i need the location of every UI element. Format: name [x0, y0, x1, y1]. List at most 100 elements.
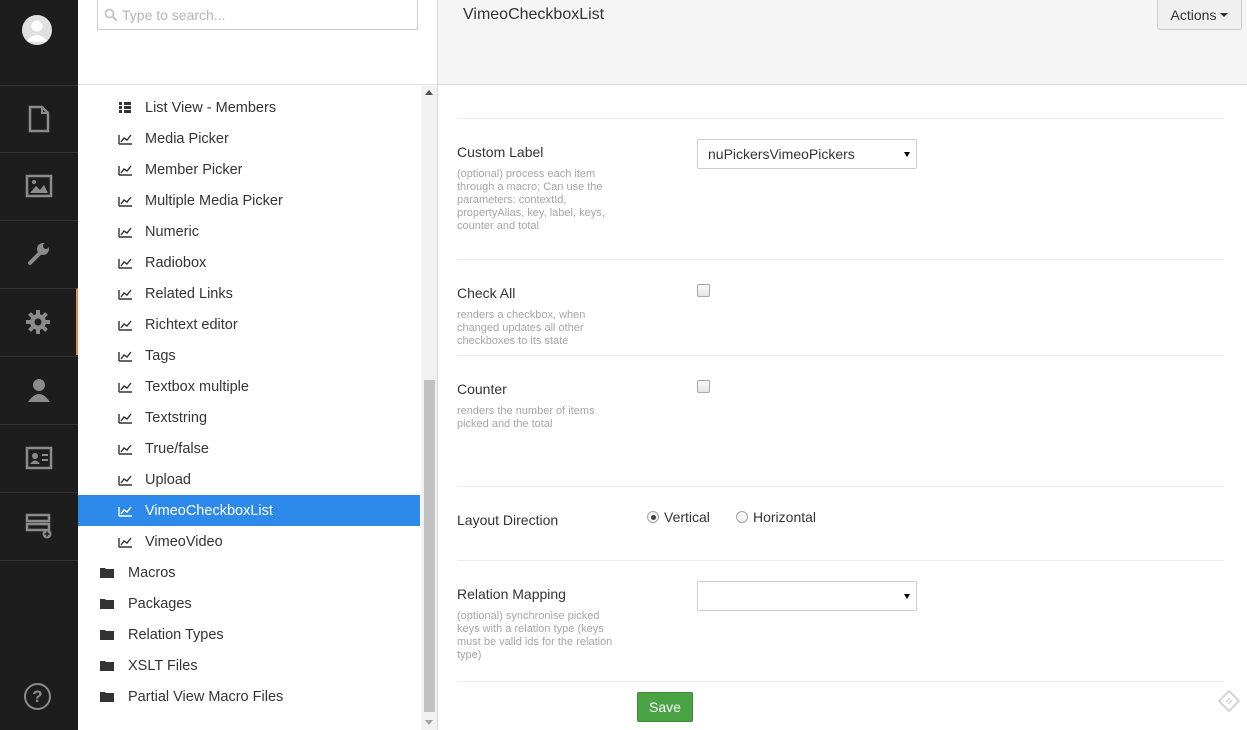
tree-search-box[interactable] — [97, 0, 418, 30]
actions-label: Actions — [1170, 6, 1217, 23]
divider — [457, 681, 1224, 682]
developer-icon — [28, 243, 49, 265]
tree-item-textstring[interactable]: Textstring — [78, 402, 420, 433]
divider — [457, 486, 1224, 487]
check-all-description: renders a checkbox, when changed updates… — [457, 309, 586, 347]
divider — [457, 560, 1224, 561]
relation-mapping-label: Relation Mapping — [457, 586, 566, 602]
folder-icon — [99, 690, 115, 704]
tree-folder-xslt-files[interactable]: XSLT Files — [78, 650, 420, 681]
tree-item-label: Textstring — [145, 409, 208, 426]
tree-item-true-false[interactable]: True/false — [78, 433, 420, 464]
section-content-button[interactable] — [0, 85, 78, 152]
search-input[interactable] — [122, 6, 402, 23]
section-settings-button[interactable] — [0, 288, 78, 355]
tree-folder-label: XSLT Files — [128, 657, 198, 674]
section-members-button[interactable] — [0, 424, 78, 491]
tree-item-label: Radiobox — [145, 254, 207, 271]
tree-item-upload[interactable]: Upload — [78, 464, 420, 495]
users-icon — [28, 379, 50, 402]
datatype-icon — [117, 442, 133, 456]
tree-list: List View - Members Media Picker Member … — [78, 92, 420, 712]
dropdown-arrow-icon — [904, 594, 910, 599]
settings-icon — [26, 310, 50, 334]
tree-item-textbox-multiple[interactable]: Textbox multiple — [78, 371, 420, 402]
list-icon — [117, 101, 133, 115]
counter-checkbox[interactable] — [697, 380, 710, 393]
tree-item-related-links[interactable]: Related Links — [78, 278, 420, 309]
layout-direction-label: Layout Direction — [457, 512, 559, 528]
tree-folder-label: Packages — [128, 595, 192, 612]
tree-item-media-picker[interactable]: Media Picker — [78, 123, 420, 154]
custom-label-label: Custom Label — [457, 144, 544, 160]
radio-selected-icon — [647, 511, 659, 523]
forms-icon — [25, 513, 52, 539]
section-developer-button[interactable] — [0, 220, 78, 287]
dropdown-arrow-icon — [904, 152, 910, 157]
tree-item-numeric[interactable]: Numeric — [78, 216, 420, 247]
datatype-icon — [117, 380, 133, 394]
counter-description: renders the number of items picked and t… — [457, 405, 595, 430]
divider — [457, 259, 1224, 260]
editor-panel: VimeoCheckboxList Actions Custom Label (… — [438, 0, 1247, 730]
radio-unselected-icon — [736, 511, 748, 523]
section-media-button[interactable] — [0, 152, 78, 219]
datatype-name[interactable]: VimeoCheckboxList — [463, 6, 604, 24]
tree-folder-partial-view-macro-files[interactable]: Partial View Macro Files — [78, 681, 420, 712]
tree-item-label: Numeric — [145, 223, 199, 240]
datatype-icon — [117, 473, 133, 487]
custom-label-select[interactable]: nuPickersVimeoPickers — [697, 139, 917, 169]
datatype-icon — [117, 194, 133, 208]
tree-item-tags[interactable]: Tags — [78, 340, 420, 371]
tree-item-label: Tags — [145, 347, 176, 364]
tree-folder-relation-types[interactable]: Relation Types — [78, 619, 420, 650]
radio-label: Horizontal — [753, 509, 817, 525]
tree-item-label: Member Picker — [145, 161, 243, 178]
tree-scrollbar[interactable] — [421, 86, 437, 730]
datatype-icon — [117, 132, 133, 146]
app-sections-rail: ? — [0, 0, 78, 730]
relation-mapping-select[interactable] — [697, 581, 917, 611]
tree-item-label: True/false — [145, 440, 209, 457]
scrollbar-thumb[interactable] — [424, 380, 435, 712]
tree-item-label: Richtext editor — [145, 316, 238, 333]
scroll-up-arrow-icon[interactable] — [425, 90, 433, 95]
tree-search-area — [78, 0, 437, 85]
folder-icon — [99, 566, 115, 580]
relation-mapping-description: (optional) synchronise picked keys with … — [457, 610, 613, 661]
help-button[interactable]: ? — [24, 683, 51, 710]
media-icon — [25, 174, 53, 198]
rail-divider — [0, 560, 78, 561]
tree-item-multiple-media-picker[interactable]: Multiple Media Picker — [78, 185, 420, 216]
datatype-icon — [117, 349, 133, 363]
members-icon — [25, 446, 53, 470]
section-forms-button[interactable] — [0, 492, 78, 559]
chevron-down-icon — [1220, 12, 1229, 17]
tree-item-radiobox[interactable]: Radiobox — [78, 247, 420, 278]
tree-item-list-view-members[interactable]: List View - Members — [78, 92, 420, 123]
help-icon: ? — [32, 686, 43, 706]
check-all-checkbox[interactable] — [697, 284, 710, 297]
datatype-icon — [117, 256, 133, 270]
scroll-down-arrow-icon[interactable] — [425, 720, 433, 725]
tree-item-vimeocheckboxlist[interactable]: VimeoCheckboxList — [78, 495, 420, 526]
tree-item-label: List View - Members — [145, 99, 277, 116]
tree-folder-macros[interactable]: Macros — [78, 557, 420, 588]
save-button[interactable]: Save — [637, 692, 693, 722]
datatype-icon — [117, 318, 133, 332]
tree-item-label: VimeoCheckboxList — [145, 502, 273, 519]
section-users-button[interactable] — [0, 356, 78, 423]
tree-item-vimeovideo[interactable]: VimeoVideo — [78, 526, 420, 557]
actions-button[interactable]: Actions — [1157, 0, 1242, 30]
folder-icon — [99, 628, 115, 642]
tree-folder-label: Relation Types — [128, 626, 224, 643]
tree-item-label: Upload — [145, 471, 191, 488]
tree-item-member-picker[interactable]: Member Picker — [78, 154, 420, 185]
tree-item-richtext-editor[interactable]: Richtext editor — [78, 309, 420, 340]
layout-horizontal-radio[interactable]: Horizontal — [736, 509, 816, 525]
tree-panel: List View - Members Media Picker Member … — [78, 0, 438, 730]
tree-folder-label: Macros — [128, 564, 176, 581]
layout-vertical-radio[interactable]: Vertical — [647, 509, 710, 525]
tree-folder-packages[interactable]: Packages — [78, 588, 420, 619]
user-avatar[interactable] — [22, 15, 52, 45]
